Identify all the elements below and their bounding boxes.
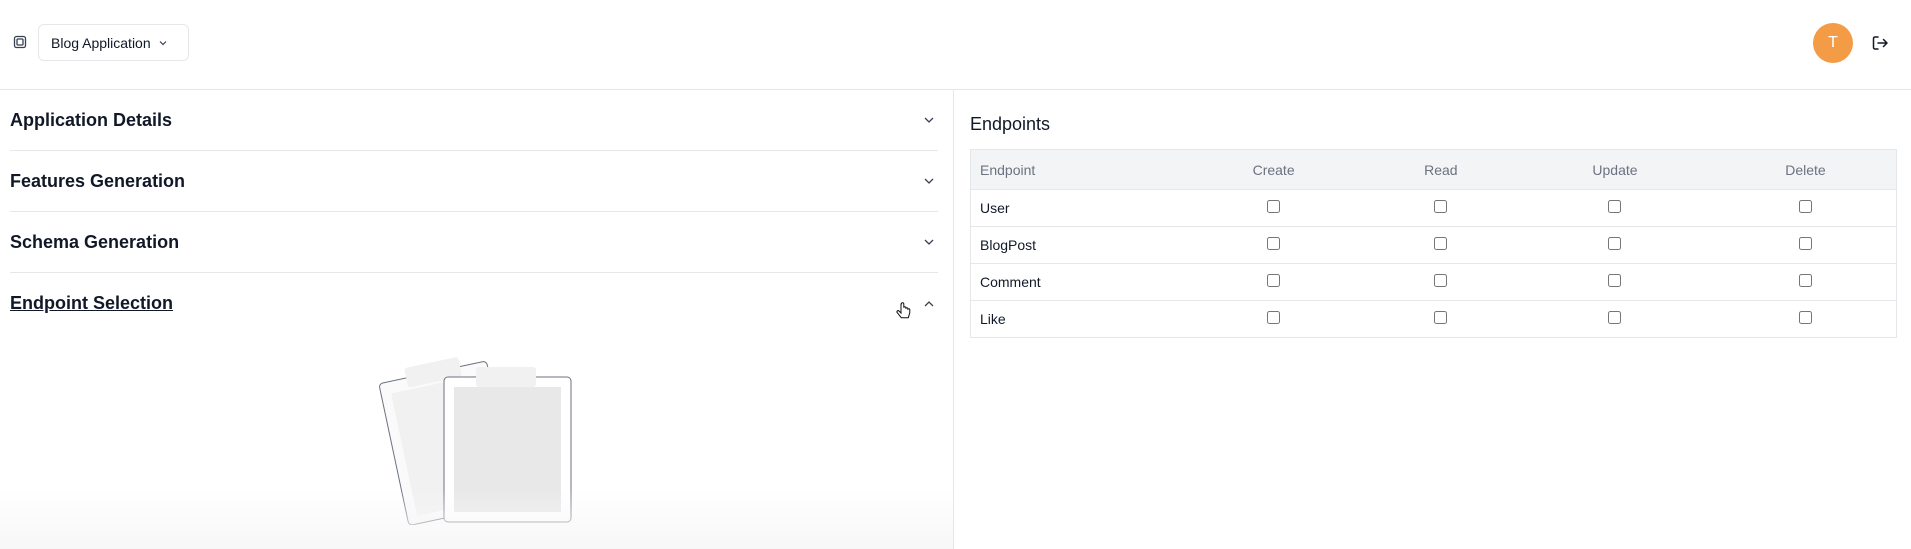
accordion-item-schema-generation[interactable]: Schema Generation [10, 212, 938, 273]
table-header-row: Endpoint Create Read Update Delete [970, 149, 1897, 190]
accordion-item-features-generation[interactable]: Features Generation [10, 151, 938, 212]
chip-icon[interactable] [12, 34, 28, 50]
read-checkbox[interactable] [1434, 274, 1448, 287]
update-checkbox[interactable] [1608, 200, 1622, 213]
create-checkbox[interactable] [1267, 311, 1281, 324]
accordion-item-application-details[interactable]: Application Details [10, 90, 938, 151]
column-header-read: Read [1366, 149, 1515, 190]
endpoints-title: Endpoints [970, 114, 1051, 134]
column-header-endpoint: Endpoint [970, 149, 1181, 190]
steps-accordion: Application Details Features Generation … [0, 90, 954, 549]
chevron-down-icon [924, 239, 934, 245]
table-row: Comment [970, 263, 1897, 301]
delete-checkbox[interactable] [1798, 274, 1812, 287]
accordion-title: Schema Generation [10, 231, 180, 252]
column-header-update: Update [1514, 149, 1715, 190]
application-selector-label: Blog Application [51, 34, 151, 51]
accordion-item-endpoint-selection[interactable]: Endpoint Selection [10, 273, 938, 334]
avatar-initial: T [1828, 34, 1838, 51]
endpoints-table: Endpoint Create Read Update Delete User … [970, 149, 1897, 338]
table-row: BlogPost [970, 226, 1897, 264]
bottom-fade [0, 489, 953, 549]
read-checkbox[interactable] [1434, 200, 1448, 213]
avatar[interactable]: T [1813, 23, 1853, 63]
endpoint-name: Comment [970, 263, 1181, 301]
delete-checkbox[interactable] [1798, 200, 1812, 213]
create-checkbox[interactable] [1267, 200, 1281, 213]
read-checkbox[interactable] [1434, 311, 1448, 324]
create-checkbox[interactable] [1267, 237, 1281, 250]
chevron-down-icon [924, 117, 934, 123]
table-row: User [970, 189, 1897, 227]
update-checkbox[interactable] [1608, 237, 1622, 250]
column-header-delete: Delete [1714, 149, 1897, 190]
chevron-up-icon [924, 300, 934, 306]
pointer-cursor-icon [896, 302, 911, 319]
top-bar: Blog Application T [0, 0, 1911, 90]
endpoint-name: Like [970, 300, 1181, 338]
accordion-title: Endpoint Selection [10, 293, 174, 313]
logout-icon[interactable] [1870, 33, 1890, 53]
delete-checkbox[interactable] [1798, 311, 1812, 324]
read-checkbox[interactable] [1434, 237, 1448, 250]
accordion-title: Features Generation [10, 170, 186, 191]
endpoint-name: BlogPost [970, 226, 1181, 264]
endpoint-name: User [970, 189, 1181, 227]
create-checkbox[interactable] [1267, 274, 1281, 287]
update-checkbox[interactable] [1608, 311, 1622, 324]
update-checkbox[interactable] [1608, 274, 1622, 287]
table-row: Like [970, 300, 1897, 338]
application-selector[interactable]: Blog Application [38, 24, 189, 61]
delete-checkbox[interactable] [1798, 237, 1812, 250]
column-header-create: Create [1180, 149, 1367, 190]
chevron-down-icon [924, 178, 934, 184]
accordion-title: Application Details [10, 109, 173, 130]
endpoints-panel: Endpoints Endpoint Create Read Update De… [955, 90, 1911, 549]
chevron-down-icon [159, 40, 167, 45]
